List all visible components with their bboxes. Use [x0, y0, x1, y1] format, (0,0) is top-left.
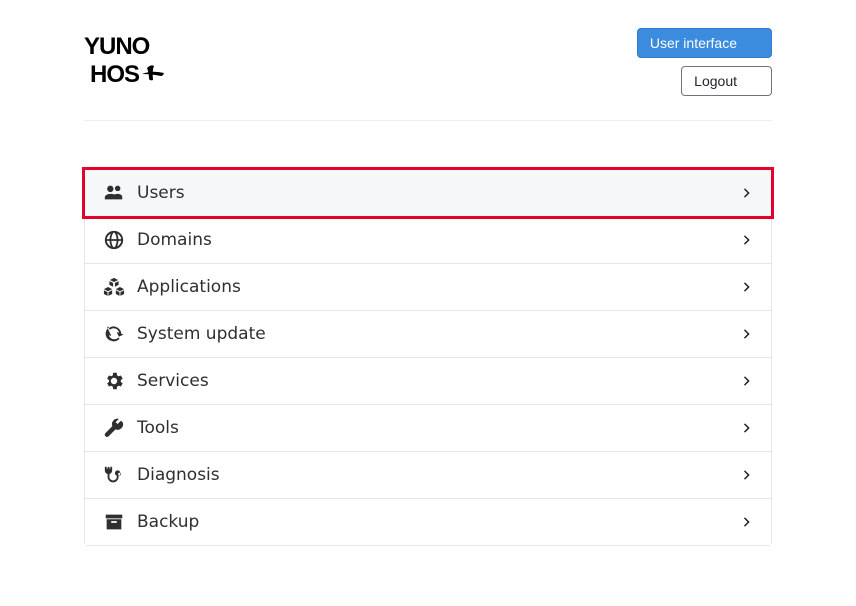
globe-icon [101, 229, 127, 251]
archive-icon [101, 511, 127, 533]
menu-item-label: System update [137, 324, 739, 344]
admin-menu: Users Domains Applications System update Ser… [84, 169, 772, 546]
logout-label: Logout [694, 74, 737, 88]
menu-item-services[interactable]: Services [85, 358, 771, 404]
logo: YUNO HOS [84, 28, 170, 92]
menu-item-update[interactable]: System update [85, 311, 771, 357]
menu-item-label: Services [137, 371, 739, 391]
chevron-right-icon [739, 514, 755, 530]
menu-item-label: Domains [137, 230, 739, 250]
svg-text:HOS: HOS [90, 61, 140, 88]
menu-item-domains[interactable]: Domains [85, 217, 771, 263]
menu-item-label: Users [137, 183, 739, 203]
menu-row-applications: Applications [85, 263, 771, 310]
users-icon [101, 182, 127, 204]
menu-item-users[interactable]: Users [85, 170, 771, 216]
refresh-icon [101, 323, 127, 345]
menu-item-label: Diagnosis [137, 465, 739, 485]
user-interface-button[interactable]: User interface [637, 28, 772, 58]
menu-row-backup: Backup [85, 498, 771, 545]
chevron-right-icon [739, 326, 755, 342]
menu-item-label: Backup [137, 512, 739, 532]
steth-icon [101, 464, 127, 486]
user-interface-label: User interface [650, 36, 737, 50]
menu-row-users: Users [85, 170, 771, 216]
chevron-right-icon [739, 467, 755, 483]
menu-item-diagnosis[interactable]: Diagnosis [85, 452, 771, 498]
menu-item-label: Applications [137, 277, 739, 297]
menu-item-tools[interactable]: Tools [85, 405, 771, 451]
signout-icon [745, 74, 759, 88]
menu-row-update: System update [85, 310, 771, 357]
chevron-right-icon [739, 373, 755, 389]
menu-row-diagnosis: Diagnosis [85, 451, 771, 498]
menu-item-backup[interactable]: Backup [85, 499, 771, 545]
chevron-right-icon [739, 232, 755, 248]
svg-text:YUNO: YUNO [84, 33, 150, 60]
wrench-icon [101, 417, 127, 439]
header: YUNO HOS User interface Logout [84, 28, 772, 121]
menu-item-label: Tools [137, 418, 739, 438]
gear-icon [101, 370, 127, 392]
chevron-right-icon [739, 185, 755, 201]
user-icon [745, 36, 759, 50]
logout-button[interactable]: Logout [681, 66, 772, 96]
menu-row-tools: Tools [85, 404, 771, 451]
menu-item-applications[interactable]: Applications [85, 264, 771, 310]
chevron-right-icon [739, 279, 755, 295]
menu-row-services: Services [85, 357, 771, 404]
chevron-right-icon [739, 420, 755, 436]
menu-row-domains: Domains [85, 216, 771, 263]
cubes-icon [101, 276, 127, 298]
